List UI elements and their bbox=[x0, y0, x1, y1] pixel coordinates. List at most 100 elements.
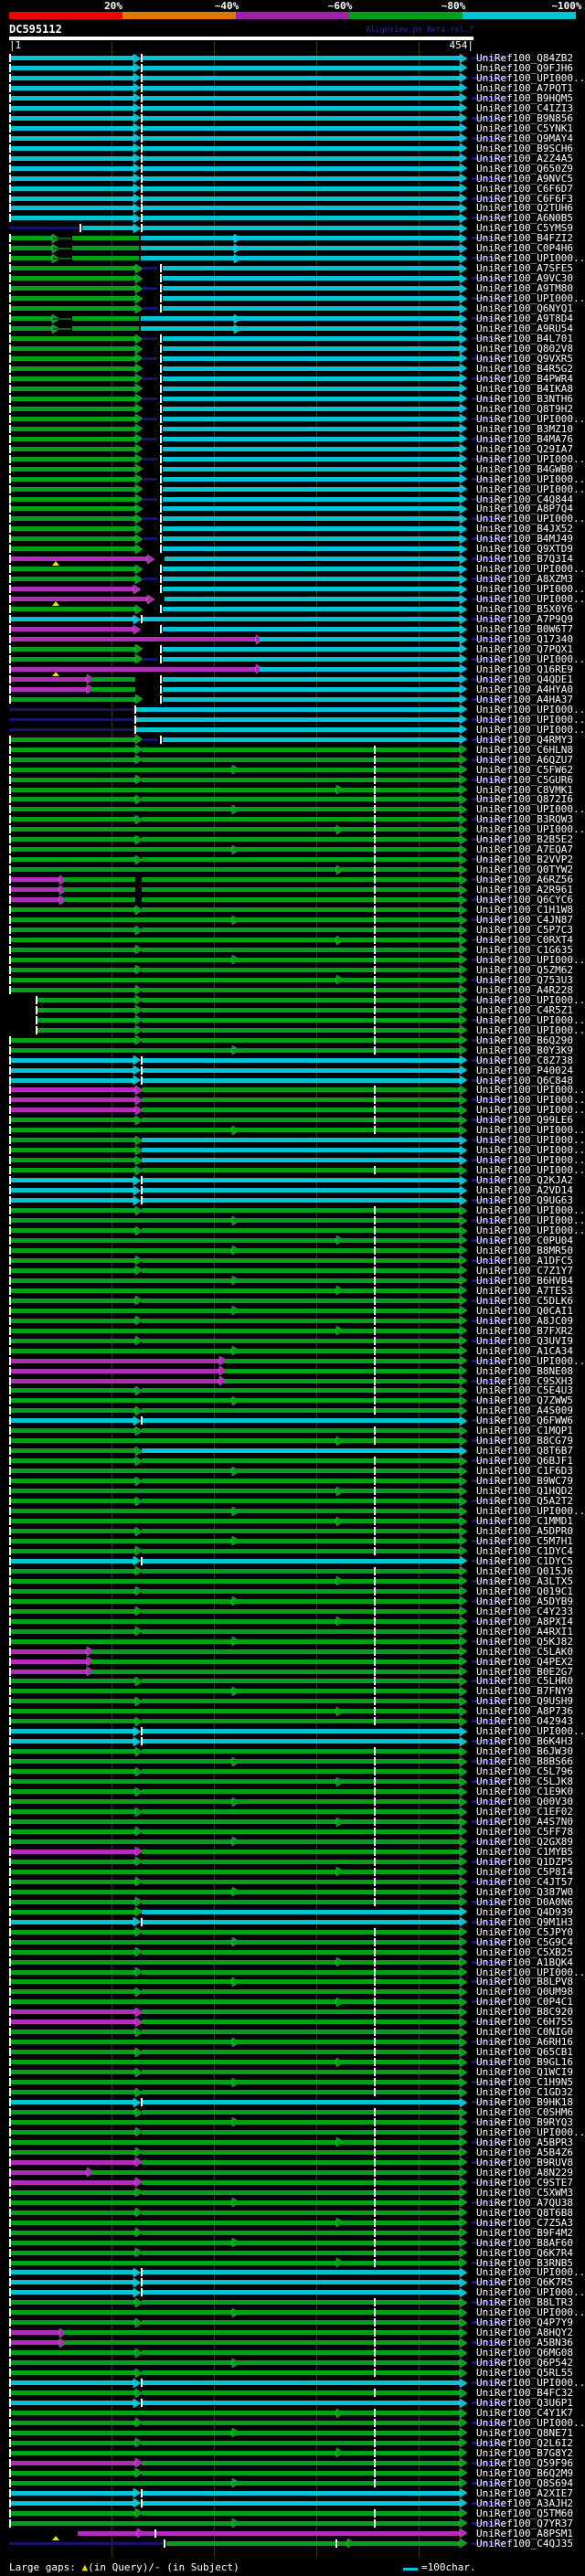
hsp-segment[interactable] bbox=[53, 258, 71, 260]
hsp-segment[interactable] bbox=[340, 1438, 460, 1444]
hsp-segment[interactable] bbox=[142, 1919, 460, 1924]
hsp-segment[interactable] bbox=[10, 2119, 232, 2125]
hsp-segment[interactable] bbox=[10, 1769, 135, 1775]
hsp-segment[interactable] bbox=[10, 686, 87, 692]
hsp-segment[interactable] bbox=[10, 536, 135, 542]
hsp-segment[interactable] bbox=[163, 627, 460, 632]
hsp-segment[interactable] bbox=[10, 1408, 135, 1414]
hsp-segment[interactable] bbox=[10, 2080, 232, 2085]
hsp-segment[interactable] bbox=[10, 125, 133, 131]
hsp-segment[interactable] bbox=[10, 1669, 87, 1674]
hsp-segment[interactable] bbox=[10, 2411, 336, 2415]
hsp-segment[interactable] bbox=[10, 336, 135, 342]
hsp-segment[interactable] bbox=[340, 1237, 460, 1243]
hsp-segment[interactable] bbox=[10, 2090, 135, 2095]
hsp-segment[interactable] bbox=[340, 1519, 460, 1524]
subject-label[interactable]: UniRef100_B4GWB0 bbox=[476, 464, 573, 474]
hsp-segment[interactable] bbox=[163, 346, 460, 351]
hsp-segment[interactable] bbox=[10, 75, 133, 80]
subject-label[interactable]: UniRef100_B0Y3K9 bbox=[476, 1045, 573, 1055]
hsp-segment[interactable] bbox=[340, 787, 460, 792]
subject-label[interactable]: UniRef100_UPI000.. bbox=[476, 474, 585, 484]
hsp-segment[interactable] bbox=[10, 2520, 232, 2526]
hsp-segment[interactable] bbox=[236, 1939, 460, 1945]
hsp-segment[interactable] bbox=[10, 1689, 232, 1694]
hsp-segment[interactable] bbox=[10, 256, 52, 261]
hsp-segment[interactable] bbox=[142, 1969, 460, 1975]
hsp-segment[interactable] bbox=[10, 2210, 135, 2215]
hsp-segment[interactable] bbox=[142, 145, 460, 151]
hsp-segment[interactable] bbox=[37, 997, 135, 1002]
hsp-segment[interactable] bbox=[10, 2320, 135, 2326]
hsp-segment[interactable] bbox=[340, 2450, 460, 2455]
hsp-segment[interactable] bbox=[10, 1358, 219, 1363]
hsp-segment[interactable] bbox=[10, 516, 135, 522]
hsp-segment[interactable] bbox=[10, 787, 336, 792]
hsp-segment[interactable] bbox=[10, 2350, 135, 2356]
hsp-segment[interactable] bbox=[142, 777, 460, 782]
hsp-segment[interactable] bbox=[142, 95, 460, 101]
subject-label[interactable]: UniRef100_UPI000.. bbox=[476, 454, 585, 464]
hsp-segment[interactable] bbox=[72, 256, 139, 261]
hsp-segment[interactable] bbox=[163, 696, 460, 702]
hsp-segment[interactable] bbox=[10, 1288, 336, 1293]
hsp-segment[interactable] bbox=[163, 446, 460, 451]
hsp-segment[interactable] bbox=[10, 476, 135, 482]
hsp-segment[interactable] bbox=[236, 1799, 460, 1805]
hsp-segment[interactable] bbox=[142, 2440, 460, 2445]
hsp-segment[interactable] bbox=[10, 1509, 232, 1514]
hsp-segment[interactable] bbox=[10, 186, 133, 191]
hsp-segment[interactable] bbox=[10, 597, 147, 602]
hsp-segment[interactable] bbox=[10, 1037, 135, 1043]
hsp-segment[interactable] bbox=[142, 56, 460, 60]
hsp-segment[interactable] bbox=[91, 676, 135, 682]
hsp-segment[interactable] bbox=[10, 1979, 232, 1985]
hsp-segment[interactable] bbox=[142, 267, 157, 270]
hsp-segment[interactable] bbox=[10, 546, 135, 552]
hsp-segment[interactable] bbox=[163, 286, 460, 292]
hsp-segment[interactable] bbox=[224, 1378, 460, 1383]
hsp-segment[interactable] bbox=[236, 326, 460, 332]
hsp-segment[interactable] bbox=[10, 637, 256, 642]
hsp-segment[interactable] bbox=[163, 536, 460, 542]
hsp-segment[interactable] bbox=[10, 1097, 135, 1103]
hsp-segment[interactable] bbox=[10, 346, 135, 351]
hsp-segment[interactable] bbox=[163, 276, 460, 281]
hsp-segment[interactable] bbox=[72, 316, 139, 322]
hsp-segment[interactable] bbox=[142, 797, 460, 802]
hsp-segment[interactable] bbox=[166, 2540, 347, 2546]
hsp-segment[interactable] bbox=[91, 1659, 460, 1664]
hsp-segment[interactable] bbox=[142, 2250, 460, 2255]
hsp-segment[interactable] bbox=[236, 1689, 460, 1694]
hsp-segment[interactable] bbox=[10, 1368, 219, 1373]
hsp-segment[interactable] bbox=[10, 1047, 232, 1053]
hsp-segment[interactable] bbox=[236, 2480, 460, 2486]
hsp-segment[interactable] bbox=[10, 2310, 232, 2316]
hsp-segment[interactable] bbox=[163, 336, 460, 342]
hsp-segment[interactable] bbox=[135, 706, 460, 712]
hsp-segment[interactable] bbox=[142, 135, 460, 141]
hsp-segment[interactable] bbox=[236, 2080, 460, 2085]
hsp-segment[interactable] bbox=[10, 1959, 336, 1965]
hsp-segment[interactable] bbox=[236, 917, 460, 923]
hsp-segment[interactable] bbox=[142, 2019, 460, 2025]
subject-label[interactable]: UniRef100_Q5KJ82 bbox=[476, 1637, 573, 1647]
hsp-segment[interactable] bbox=[10, 506, 135, 512]
hsp-segment[interactable] bbox=[10, 1378, 219, 1383]
hsp-segment[interactable] bbox=[53, 238, 71, 240]
hsp-segment[interactable] bbox=[10, 938, 336, 942]
hsp-segment[interactable] bbox=[142, 1267, 460, 1273]
hsp-segment[interactable] bbox=[10, 2110, 135, 2115]
subject-label[interactable]: UniRef100_P40024 bbox=[476, 1065, 573, 1076]
hsp-segment[interactable] bbox=[10, 1338, 135, 1343]
hsp-segment[interactable] bbox=[10, 1659, 87, 1664]
hsp-segment[interactable] bbox=[236, 246, 460, 251]
hsp-segment[interactable] bbox=[142, 1499, 460, 1504]
hsp-segment[interactable] bbox=[142, 1017, 460, 1023]
hsp-segment[interactable] bbox=[10, 2230, 135, 2235]
hsp-segment[interactable] bbox=[142, 2320, 460, 2326]
hsp-segment[interactable] bbox=[236, 1348, 460, 1353]
hsp-segment[interactable] bbox=[142, 1418, 460, 1424]
hsp-segment[interactable] bbox=[142, 2090, 460, 2095]
hsp-segment[interactable] bbox=[142, 417, 157, 420]
